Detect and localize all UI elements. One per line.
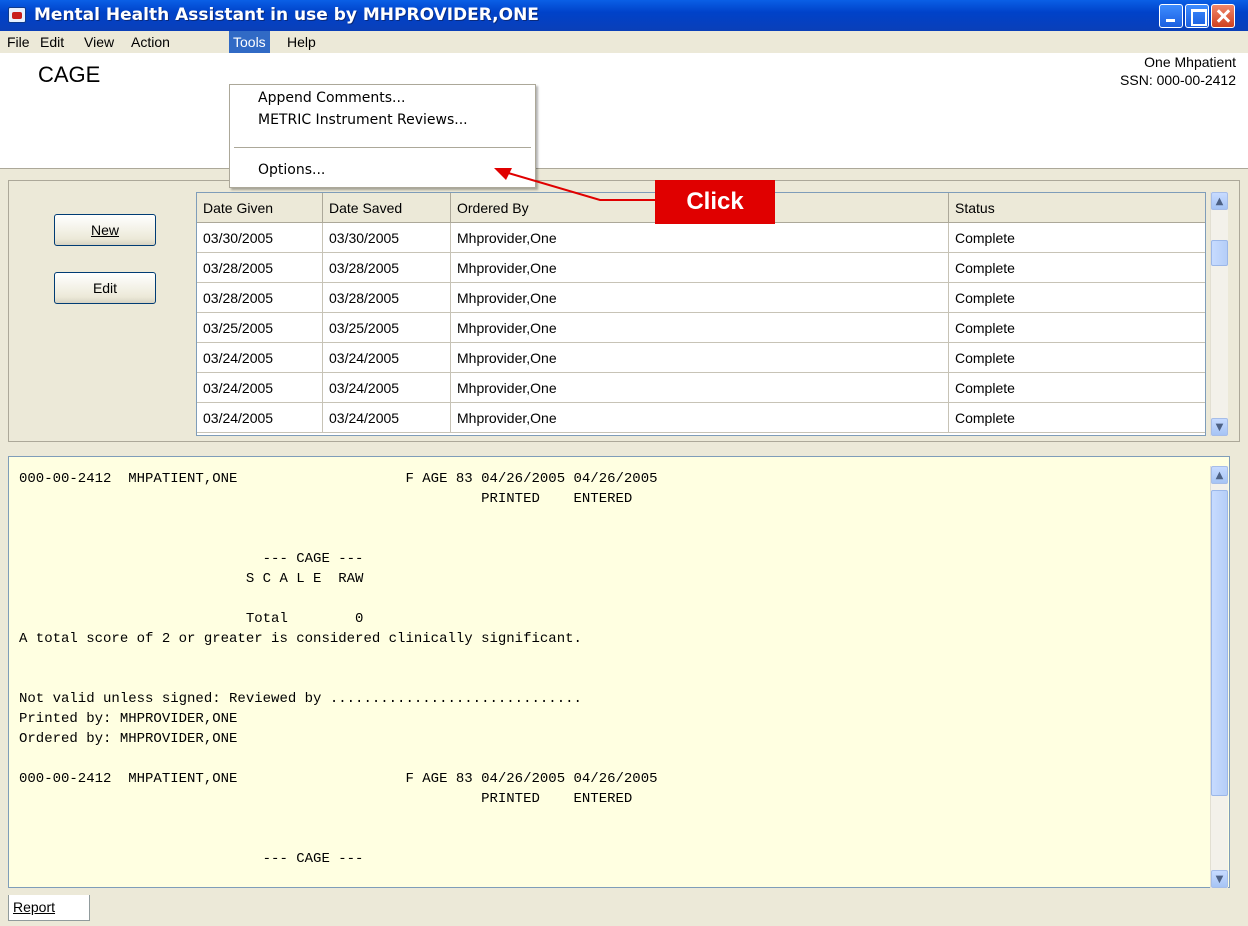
menu-file[interactable]: File [3,31,34,53]
form-title: CAGE [38,62,101,87]
maximize-button[interactable] [1185,4,1209,28]
scroll-thumb[interactable] [1211,240,1228,266]
table-row[interactable]: 03/28/2005 03/28/2005 Mhprovider,One Com… [197,283,1205,313]
cell-ordered-by: Mhprovider,One [451,253,949,283]
cell-ordered-by: Mhprovider,One [451,313,949,343]
scroll-up-arrow-icon[interactable]: ▲ [1211,192,1228,210]
new-button[interactable]: New [54,214,156,246]
cell-ordered-by: Mhprovider,One [451,343,949,373]
scroll-thumb[interactable] [1211,490,1228,796]
cell-date-saved: 03/30/2005 [323,223,451,253]
cell-status: Complete [949,253,1205,283]
table-row[interactable]: 03/30/2005 03/30/2005 Mhprovider,One Com… [197,223,1205,253]
cell-status: Complete [949,223,1205,253]
cell-date-saved: 03/28/2005 [323,253,451,283]
cell-ordered-by: Mhprovider,One [451,283,949,313]
cell-status: Complete [949,343,1205,373]
menu-tools[interactable]: Tools [229,31,270,53]
click-annotation: Click [655,180,775,224]
cell-date-saved: 03/24/2005 [323,373,451,403]
report-text: 000-00-2412 MHPATIENT,ONE F AGE 83 04/26… [19,471,658,867]
cell-status: Complete [949,403,1205,433]
table-row[interactable]: 03/24/2005 03/24/2005 Mhprovider,One Com… [197,403,1205,433]
tools-dropdown-menu: Append Comments... METRIC Instrument Rev… [229,84,536,188]
cell-date-saved: 03/24/2005 [323,403,451,433]
tab-report-label: Report [13,899,56,915]
cell-date-given: 03/28/2005 [197,283,323,313]
scroll-up-arrow-icon[interactable]: ▲ [1211,466,1228,484]
cell-date-given: 03/25/2005 [197,313,323,343]
title-bar: Mental Health Assistant in use by MHPROV… [0,0,1248,31]
cell-ordered-by: Mhprovider,One [451,373,949,403]
menu-item-metric-instrument-reviews[interactable]: METRIC Instrument Reviews... [258,109,468,131]
app-icon [8,7,26,23]
table-row[interactable]: 03/24/2005 03/24/2005 Mhprovider,One Com… [197,343,1205,373]
cell-date-saved: 03/25/2005 [323,313,451,343]
table-row[interactable]: 03/25/2005 03/25/2005 Mhprovider,One Com… [197,313,1205,343]
edit-button[interactable]: Edit [54,272,156,304]
column-header-date-given[interactable]: Date Given [197,193,323,223]
cell-ordered-by: Mhprovider,One [451,223,949,253]
cell-date-saved: 03/24/2005 [323,343,451,373]
report-scrollbar[interactable]: ▲ ▼ [1210,466,1228,888]
close-button[interactable] [1211,4,1235,28]
cell-date-given: 03/30/2005 [197,223,323,253]
cell-date-given: 03/24/2005 [197,373,323,403]
cell-status: Complete [949,283,1205,313]
table-row[interactable]: 03/24/2005 03/24/2005 Mhprovider,One Com… [197,373,1205,403]
menu-bar: File Edit View Action Tools Help [0,31,1248,53]
tab-report[interactable]: Report [8,895,90,921]
table-row[interactable]: 03/28/2005 03/28/2005 Mhprovider,One Com… [197,253,1205,283]
minimize-button[interactable] [1159,4,1183,28]
window-title: Mental Health Assistant in use by MHPROV… [34,5,539,25]
menu-view[interactable]: View [80,31,118,53]
scroll-down-arrow-icon[interactable]: ▼ [1211,870,1228,888]
form-header [0,53,1248,169]
column-header-date-saved[interactable]: Date Saved [323,193,451,223]
menu-item-append-comments[interactable]: Append Comments... [258,87,405,109]
cell-date-saved: 03/28/2005 [323,283,451,313]
menu-edit[interactable]: Edit [36,31,68,53]
menu-separator [234,147,531,148]
menu-item-options[interactable]: Options... [258,159,325,181]
new-button-label: New [90,222,119,238]
administrations-grid[interactable]: Date Given Date Saved Ordered By Status … [196,192,1206,436]
cell-status: Complete [949,373,1205,403]
menu-action[interactable]: Action [127,31,174,53]
grid-scrollbar[interactable]: ▲ ▼ [1210,192,1228,436]
patient-ssn: SSN: 000-00-2412 [1120,72,1236,88]
edit-button-label: Edit [92,280,118,296]
menu-help[interactable]: Help [283,31,320,53]
cell-status: Complete [949,313,1205,343]
cell-date-given: 03/24/2005 [197,343,323,373]
cell-ordered-by: Mhprovider,One [451,403,949,433]
column-header-status[interactable]: Status [949,193,1205,223]
patient-name: One Mhpatient [1144,54,1236,70]
report-pane[interactable]: 000-00-2412 MHPATIENT,ONE F AGE 83 04/26… [8,456,1230,888]
cell-date-given: 03/24/2005 [197,403,323,433]
cell-date-given: 03/28/2005 [197,253,323,283]
scroll-down-arrow-icon[interactable]: ▼ [1211,418,1228,436]
